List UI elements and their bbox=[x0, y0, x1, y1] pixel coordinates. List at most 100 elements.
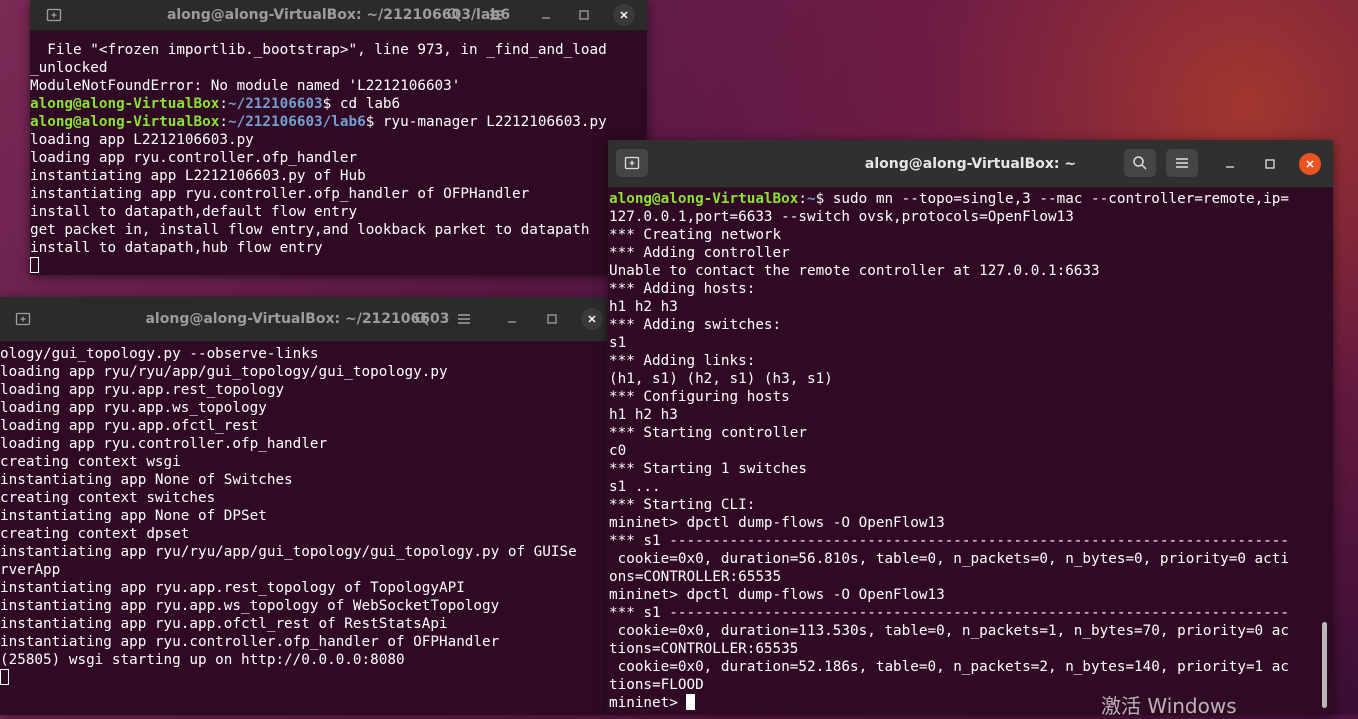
terminal-line: creating context wsgi bbox=[0, 453, 607, 471]
terminal-line: mininet> dpctl dump-flows -O OpenFlow13 bbox=[609, 514, 1319, 532]
terminal-line: loading app ryu/ryu/app/gui_topology/gui… bbox=[0, 363, 607, 381]
prompt-path: ~/212106603/lab6 bbox=[227, 114, 366, 130]
terminal-text: h1 h2 h3 bbox=[609, 299, 678, 315]
search-icon bbox=[1133, 156, 1147, 170]
terminal-text: instantiating app ryu/ryu/app/gui_topolo… bbox=[0, 544, 577, 560]
search-button[interactable] bbox=[406, 305, 438, 333]
terminal-line: instantiating app None of DPSet bbox=[0, 507, 607, 525]
terminal-text: *** Starting controller bbox=[609, 425, 807, 441]
window-titlebar[interactable]: along@along-VirtualBox: ~/212106603/lab6 bbox=[30, 0, 647, 31]
terminal-line: h1 h2 h3 bbox=[609, 298, 1319, 316]
terminal-text: 127.0.0.1,port=6633 --switch ovsk,protoc… bbox=[609, 209, 1074, 225]
minimize-button[interactable] bbox=[1219, 153, 1241, 175]
terminal-line: *** Starting 1 switches bbox=[609, 460, 1319, 478]
terminal-text: _unlocked bbox=[30, 60, 108, 76]
terminal-line: (25805) wsgi starting up on http://0.0.0… bbox=[0, 651, 607, 669]
new-tab-button[interactable] bbox=[7, 305, 39, 333]
window-titlebar[interactable]: along@along-VirtualBox: ~/212106603 bbox=[0, 297, 607, 342]
terminal-text: c0 bbox=[609, 443, 627, 459]
search-button[interactable] bbox=[438, 1, 470, 29]
terminal-line bbox=[0, 669, 607, 687]
terminal-text: loading app ryu/ryu/app/gui_topology/gui… bbox=[0, 364, 448, 380]
terminal-text: loading app L2212106603.py bbox=[30, 132, 254, 148]
window-titlebar[interactable]: along@along-VirtualBox: ~ bbox=[608, 140, 1333, 188]
scrollbar-thumb[interactable] bbox=[1322, 622, 1327, 708]
terminal-text: ology/gui_topology.py --observe-links bbox=[0, 346, 319, 362]
maximize-icon bbox=[1265, 159, 1275, 169]
terminal-text: get packet in, install flow entry,and lo… bbox=[30, 222, 590, 238]
terminal-text: Unable to contact the remote controller … bbox=[609, 263, 1100, 279]
terminal-text: loading app ryu.controller.ofp_handler bbox=[30, 150, 358, 166]
menu-button[interactable] bbox=[480, 1, 512, 29]
terminal-text: creating context wsgi bbox=[0, 454, 181, 470]
new-tab-icon bbox=[46, 8, 62, 22]
terminal-line: along@along-VirtualBox:~/212106603/lab6$… bbox=[30, 113, 647, 131]
search-button[interactable] bbox=[1124, 149, 1156, 177]
terminal-line: instantiating app None of Switches bbox=[0, 471, 607, 489]
terminal-line: loading app ryu.app.rest_topology bbox=[0, 381, 607, 399]
terminal-text: cookie=0x0, duration=56.810s, table=0, n… bbox=[609, 551, 1289, 567]
terminal-text: (h1, s1) (h2, s1) (h3, s1) bbox=[609, 371, 833, 387]
close-button[interactable] bbox=[581, 308, 603, 330]
terminal-line: instantiating app ryu/ryu/app/gui_topolo… bbox=[0, 543, 607, 561]
terminal-text: instantiating app None of DPSet bbox=[0, 508, 267, 524]
terminal-text: instantiating app ryu.controller.ofp_han… bbox=[0, 634, 500, 650]
terminal-text: *** Starting 1 switches bbox=[609, 461, 807, 477]
menu-button[interactable] bbox=[1166, 149, 1198, 177]
close-icon bbox=[588, 315, 596, 323]
terminal-text: instantiating app ryu.app.ws_topology of… bbox=[0, 598, 500, 614]
terminal-text: loading app ryu.app.rest_topology bbox=[0, 382, 285, 398]
terminal-line: creating context switches bbox=[0, 489, 607, 507]
minimize-button[interactable] bbox=[501, 308, 523, 330]
prompt-path: ~ bbox=[806, 191, 816, 207]
maximize-button[interactable] bbox=[1259, 153, 1281, 175]
close-button[interactable] bbox=[613, 4, 635, 26]
minimize-button[interactable] bbox=[535, 4, 557, 26]
terminal-line: cookie=0x0, duration=52.186s, table=0, n… bbox=[609, 658, 1319, 676]
terminal-line: loading app ryu.app.ws_topology bbox=[0, 399, 607, 417]
menu-button[interactable] bbox=[448, 305, 480, 333]
terminal-line: h1 h2 h3 bbox=[609, 406, 1319, 424]
terminal-text: *** s1 ---------------------------------… bbox=[609, 605, 1289, 621]
terminal-text: loading app ryu.app.ofctl_rest bbox=[0, 418, 259, 434]
maximize-button[interactable] bbox=[541, 308, 563, 330]
terminal-text: tions=FLOOD bbox=[609, 677, 704, 693]
terminal-output[interactable]: ology/gui_topology.py --observe-links loa… bbox=[0, 345, 607, 715]
terminal-line: *** s1 ---------------------------------… bbox=[609, 532, 1319, 550]
terminal-text: cookie=0x0, duration=52.186s, table=0, n… bbox=[609, 659, 1289, 675]
terminal-window-lab6[interactable]: along@along-VirtualBox: ~/212106603/lab6… bbox=[30, 0, 647, 275]
terminal-window-home[interactable]: along@along-VirtualBox: ~ along@along-Vi… bbox=[608, 140, 1333, 715]
terminal-line: cookie=0x0, duration=113.530s, table=0, … bbox=[609, 622, 1319, 640]
terminal-output[interactable]: along@along-VirtualBox:~$ sudo mn --topo… bbox=[609, 190, 1319, 715]
terminal-text: *** Starting CLI: bbox=[609, 497, 756, 513]
terminal-line: tions=CONTROLLER:65535 bbox=[609, 640, 1319, 658]
close-button[interactable] bbox=[1299, 153, 1321, 175]
terminal-text: (25805) wsgi starting up on http://0.0.0… bbox=[0, 652, 405, 668]
terminal-text: instantiating app None of Switches bbox=[0, 472, 293, 488]
maximize-icon bbox=[579, 10, 589, 20]
terminal-text: ons=CONTROLLER:65535 bbox=[609, 569, 782, 585]
terminal-line: along@along-VirtualBox:~/212106603$ cd l… bbox=[30, 95, 647, 113]
maximize-button[interactable] bbox=[573, 4, 595, 26]
terminal-text: creating context switches bbox=[0, 490, 216, 506]
new-tab-button[interactable] bbox=[616, 149, 648, 177]
terminal-text: rverApp bbox=[0, 562, 61, 578]
terminal-text: s1 bbox=[609, 335, 627, 351]
terminal-line: *** Adding hosts: bbox=[609, 280, 1319, 298]
terminal-line: mininet> dpctl dump-flows -O OpenFlow13 bbox=[609, 586, 1319, 604]
terminal-window-212106603[interactable]: along@along-VirtualBox: ~/212106603 olog… bbox=[0, 297, 607, 715]
terminal-output[interactable]: File "<frozen importlib._bootstrap>", li… bbox=[30, 41, 647, 275]
terminal-text: loading app ryu.app.ws_topology bbox=[0, 400, 267, 416]
new-tab-icon bbox=[15, 312, 31, 326]
terminal-line: s1 bbox=[609, 334, 1319, 352]
terminal-text: File "<frozen importlib._bootstrap>", li… bbox=[30, 42, 607, 58]
terminal-line: c0 bbox=[609, 442, 1319, 460]
terminal-text: instantiating app ryu.app.rest_topology … bbox=[0, 580, 465, 596]
new-tab-button[interactable] bbox=[38, 1, 70, 29]
terminal-text: *** Adding controller bbox=[609, 245, 790, 261]
terminal-line: install to datapath,hub flow entry bbox=[30, 239, 647, 257]
terminal-text: : bbox=[219, 96, 228, 112]
terminal-line: along@along-VirtualBox:~$ sudo mn --topo… bbox=[609, 190, 1319, 208]
hamburger-icon bbox=[1176, 158, 1188, 168]
terminal-text: *** Configuring hosts bbox=[609, 389, 790, 405]
